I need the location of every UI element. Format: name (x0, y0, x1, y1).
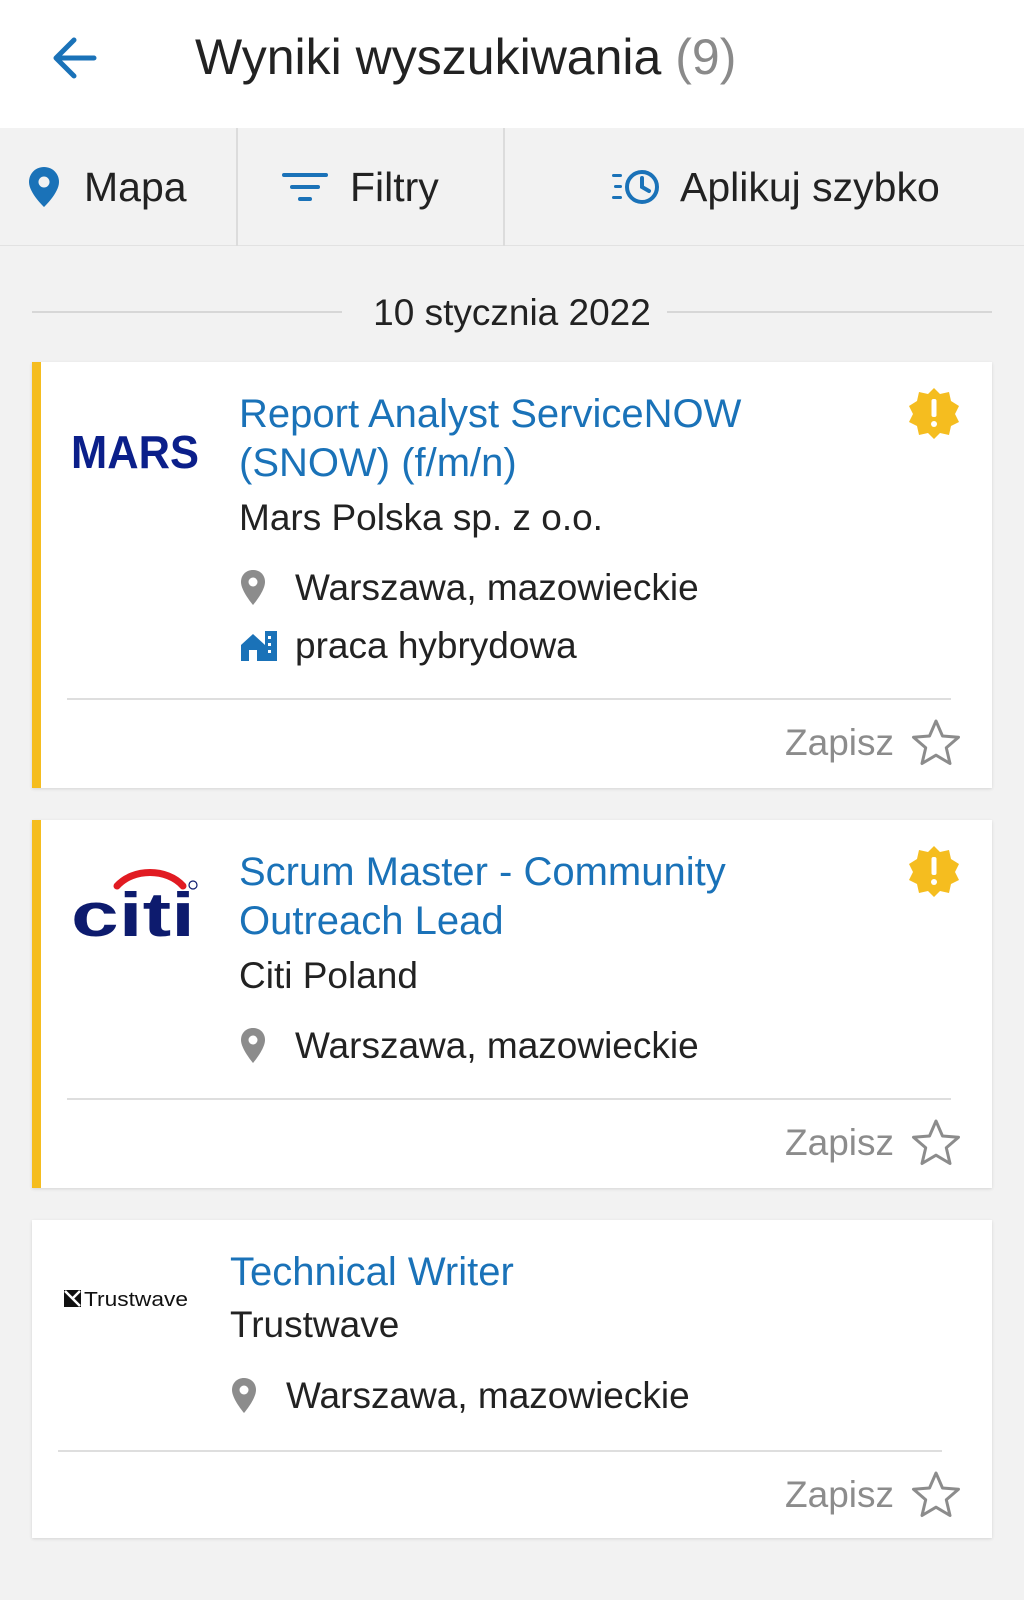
filters-button[interactable]: Filtry (282, 128, 439, 246)
back-button[interactable] (44, 26, 108, 90)
save-label: Zapisz (785, 1122, 894, 1163)
save-button[interactable]: Zapisz (785, 1470, 962, 1520)
fast-clock-icon (612, 170, 659, 204)
date-label-wrap: 10 stycznia 2022 (32, 292, 992, 334)
job-card[interactable]: MARS Report Analyst ServiceNOW (SNOW) (f… (32, 362, 992, 788)
work-mode: praca hybrydowa (239, 624, 577, 668)
card-divider (67, 698, 951, 700)
location-pin-icon (230, 1374, 270, 1418)
job-card[interactable]: Trustwave Technical Writer Trustwave War… (32, 1220, 992, 1538)
job-title-link[interactable]: Report Analyst ServiceNOW (SNOW) (f/m/n) (239, 390, 859, 488)
svg-text:Trustwave: Trustwave (84, 1289, 188, 1311)
company-name: Mars Polska sp. z o.o. (239, 497, 603, 538)
card-divider (58, 1450, 942, 1452)
job-card[interactable]: citi Scrum Master - Community Outreach L… (32, 820, 992, 1188)
arrow-left-icon (53, 37, 97, 79)
results-count: (9) (675, 29, 737, 85)
svg-text:citi: citi (71, 881, 195, 944)
location-pin-icon (239, 1024, 279, 1068)
job-title-link[interactable]: Technical Writer (230, 1248, 850, 1297)
star-outline-icon (912, 1119, 960, 1165)
location-pin-icon (239, 566, 279, 610)
star-outline-icon (912, 1471, 960, 1517)
company-logo-citi: citi (71, 864, 211, 950)
company-name: Citi Poland (239, 955, 418, 996)
company-name: Trustwave (230, 1304, 400, 1345)
date-label: 10 stycznia 2022 (357, 292, 667, 333)
location-text: Warszawa, mazowieckie (295, 1025, 699, 1066)
save-label: Zapisz (785, 722, 894, 763)
save-button[interactable]: Zapisz (785, 718, 962, 768)
job-location: Warszawa, mazowieckie (239, 1024, 699, 1068)
page-title: Wyniki wyszukiwania (9) (195, 28, 736, 86)
company-logo-trustwave: Trustwave (64, 1284, 194, 1319)
quick-apply-button[interactable]: Aplikuj szybko (612, 128, 940, 246)
job-location: Warszawa, mazowieckie (239, 566, 699, 610)
star-outline-icon (912, 719, 960, 765)
save-label: Zapisz (785, 1474, 894, 1515)
quick-apply-label: Aplikuj szybko (680, 163, 940, 210)
svg-text:MARS: MARS (71, 428, 199, 476)
location-text: Warszawa, mazowieckie (286, 1375, 690, 1416)
action-bar: Mapa Filtry Aplikuj szybko (0, 128, 1024, 246)
alert-badge-icon (907, 844, 961, 898)
job-title-link[interactable]: Scrum Master - Community Outreach Lead (239, 848, 859, 946)
filter-lines-icon (282, 173, 328, 201)
hybrid-building-icon (239, 624, 279, 668)
alert-badge-icon (907, 386, 961, 440)
save-button[interactable]: Zapisz (785, 1118, 962, 1168)
page-title-text: Wyniki wyszukiwania (195, 29, 662, 85)
card-divider (67, 1098, 951, 1100)
date-separator: 10 stycznia 2022 (32, 286, 992, 336)
action-divider (503, 128, 505, 246)
map-pin-icon (29, 167, 59, 207)
action-divider (236, 128, 238, 246)
company-logo-mars: MARS (71, 426, 201, 481)
work-mode-text: praca hybrydowa (295, 625, 577, 666)
filters-label: Filtry (350, 163, 439, 210)
map-button[interactable]: Mapa (26, 128, 187, 246)
job-location: Warszawa, mazowieckie (230, 1374, 690, 1418)
top-app-bar: Wyniki wyszukiwania (9) (0, 0, 1024, 128)
location-text: Warszawa, mazowieckie (295, 567, 699, 608)
map-label: Mapa (84, 163, 187, 210)
